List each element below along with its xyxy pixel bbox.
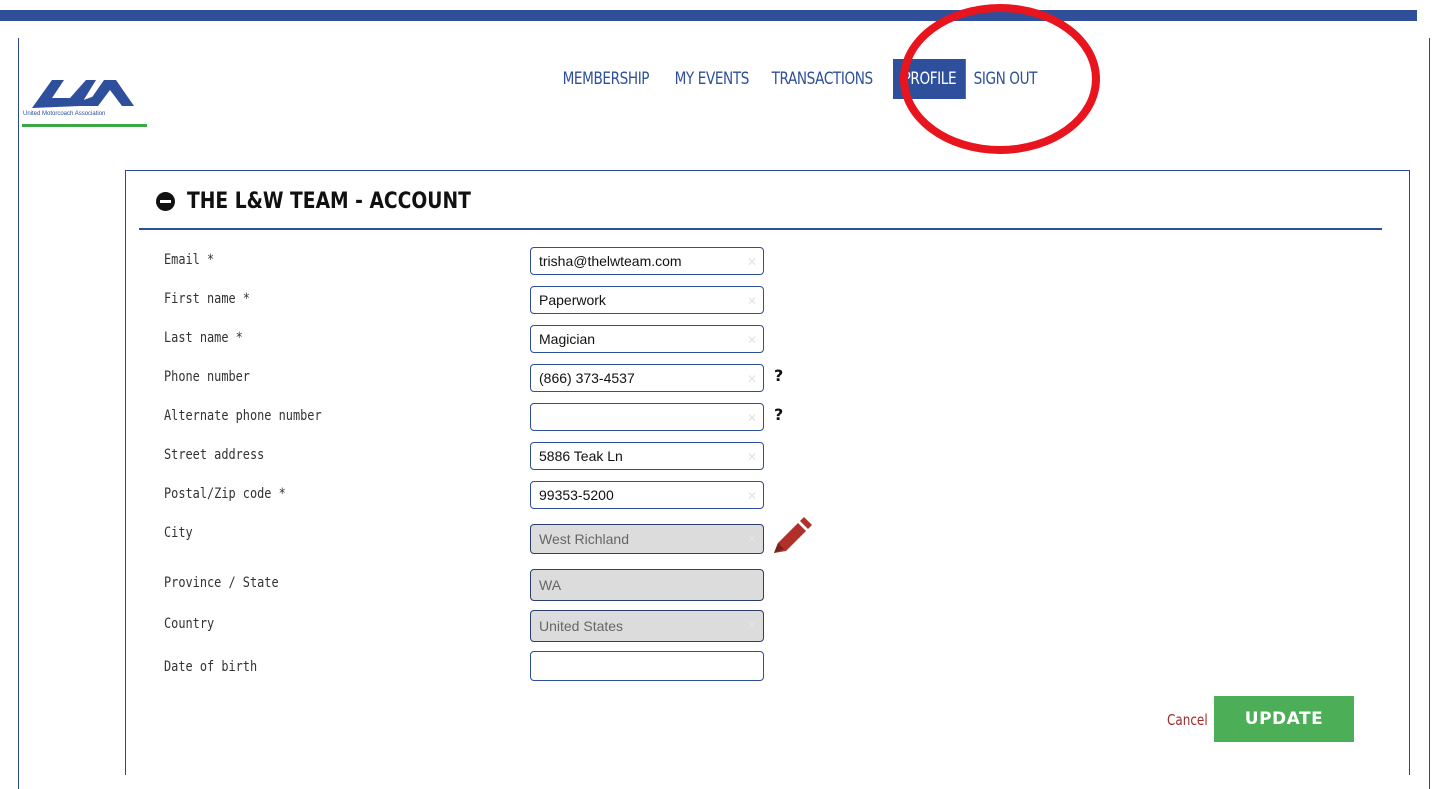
street-value: 5886 Teak Ln (539, 448, 623, 464)
uma-logo-mark (32, 80, 134, 108)
country-label: Country (164, 616, 215, 632)
dob-label: Date of birth (164, 659, 258, 675)
first-name-field[interactable]: Paperwork ✕ (530, 286, 764, 314)
panel-divider (139, 228, 1382, 230)
postal-value: 99353-5200 (539, 487, 614, 503)
state-value: WA (539, 577, 562, 593)
nav-item-transactions[interactable]: TRANSACTIONS (762, 59, 882, 99)
clear-icon[interactable]: ✕ (747, 294, 757, 308)
city-field: West Richland ✕ (530, 524, 764, 554)
clear-icon: ✕ (746, 532, 757, 546)
email-label: Email * (164, 252, 215, 268)
alt-phone-help-icon[interactable]: ? (774, 405, 783, 424)
clear-icon: ✕ (746, 618, 757, 632)
street-label: Street address (164, 447, 265, 463)
phone-field[interactable]: (866) 373-4537 ✕ (530, 364, 764, 392)
account-panel: THE L&W TEAM - ACCOUNT Email * trisha@th… (125, 170, 1410, 775)
panel-header: THE L&W TEAM - ACCOUNT (156, 181, 521, 221)
clear-icon[interactable]: ✕ (747, 450, 757, 464)
last-name-label: Last name * (164, 330, 243, 346)
logo-text: United Motorcoach Association (23, 111, 106, 117)
clear-icon[interactable]: ✕ (747, 333, 757, 347)
nav-item-profile[interactable]: PROFILE (892, 59, 966, 99)
clear-icon[interactable]: ✕ (747, 255, 757, 269)
clear-icon[interactable]: ✕ (747, 411, 757, 425)
first-name-label: First name * (164, 291, 250, 307)
state-field: WA (530, 569, 764, 601)
logo-underline (22, 124, 147, 127)
phone-value: (866) 373-4537 (539, 370, 635, 386)
clear-icon[interactable]: ✕ (747, 489, 757, 503)
collapse-icon[interactable] (156, 191, 175, 211)
state-label: Province / State (164, 575, 279, 591)
main-nav: MEMBERSHIP MY EVENTS TRANSACTIONS PROFIL… (553, 59, 1047, 99)
top-bar (0, 10, 1417, 21)
alt-phone-label: Alternate phone number (164, 408, 322, 424)
last-name-value: Magician (539, 331, 596, 347)
nav-item-my-events[interactable]: MY EVENTS (665, 59, 759, 99)
email-field[interactable]: trisha@thelwteam.com ✕ (530, 247, 764, 275)
street-field[interactable]: 5886 Teak Ln ✕ (530, 442, 764, 470)
nav-item-sign-out[interactable]: SIGN OUT (964, 59, 1047, 99)
email-value: trisha@thelwteam.com (539, 253, 682, 269)
phone-help-icon[interactable]: ? (774, 366, 783, 385)
postal-field[interactable]: 99353-5200 ✕ (530, 481, 764, 509)
update-button[interactable]: UPDATE (1214, 696, 1354, 742)
clear-icon[interactable]: ✕ (747, 372, 757, 386)
uma-logo[interactable]: United Motorcoach Association (20, 76, 147, 142)
dob-field[interactable] (530, 651, 764, 681)
phone-label: Phone number (164, 369, 250, 385)
panel-title: THE L&W TEAM - ACCOUNT (187, 188, 471, 214)
country-value: United States (539, 618, 624, 634)
last-name-field[interactable]: Magician ✕ (530, 325, 764, 353)
edit-pencil-icon[interactable] (770, 517, 812, 555)
postal-label: Postal/Zip code * (164, 486, 286, 502)
alt-phone-field[interactable]: ✕ (530, 403, 764, 431)
nav-item-membership[interactable]: MEMBERSHIP (553, 59, 659, 99)
country-field: United States ✕ (530, 610, 764, 642)
first-name-value: Paperwork (539, 292, 606, 308)
cancel-link[interactable]: Cancel (1167, 711, 1208, 729)
city-label: City (164, 525, 193, 541)
city-value: West Richland (539, 531, 630, 547)
